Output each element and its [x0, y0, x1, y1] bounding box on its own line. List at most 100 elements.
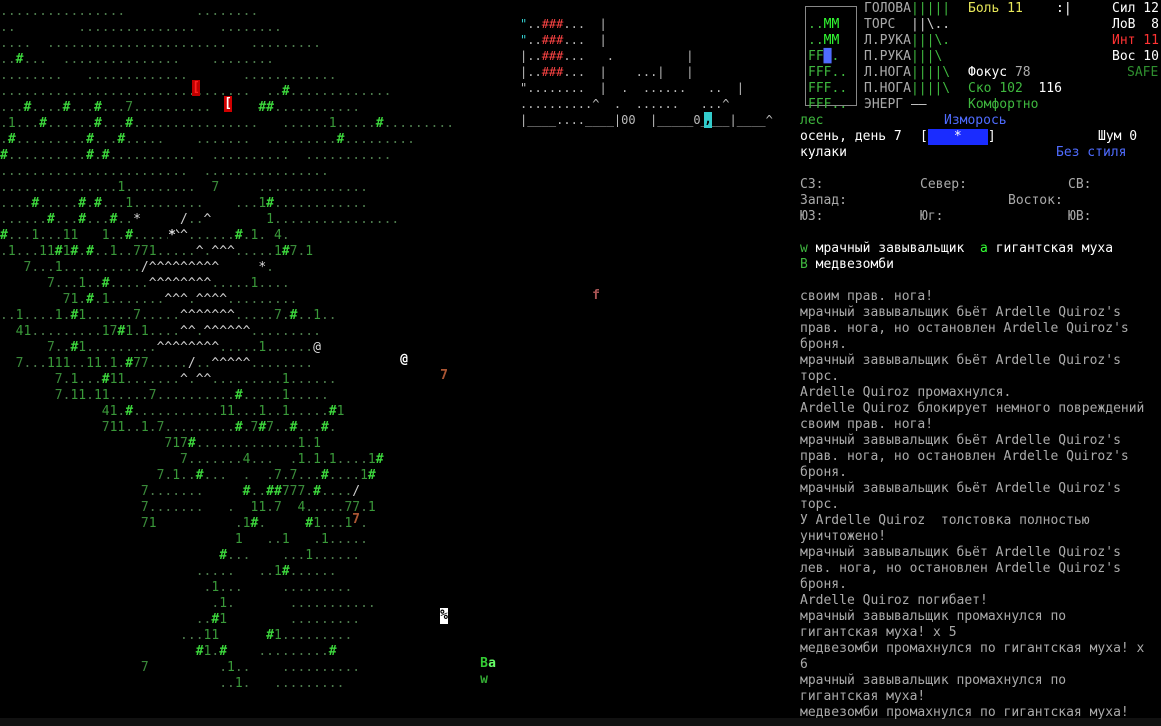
map-row: ...11 #1......... — [180, 628, 353, 643]
body-part-bar: ||\.. — [895, 17, 951, 32]
direction-ne: СВ: — [1068, 177, 1092, 192]
map-row: 717#.............1.1 — [164, 436, 321, 451]
direction-n: Север: — [920, 177, 967, 192]
direction-w: Запад: — [800, 193, 847, 208]
map-row: .1...11#1#.#..1..771.....^.^^^.....1#7.1 — [0, 244, 314, 259]
map-row: 7 .1.. .......... — [140, 660, 361, 675]
map-row: 7....... . 11.7 4.....77.1 — [140, 500, 376, 515]
log-line: медвезомби промахнулся по гигантская мух… — [800, 705, 1129, 720]
map-row: ................ ........ — [0, 4, 259, 19]
minimap-row: FF█. — [808, 49, 840, 64]
body-part-bar: ||||\ — [910, 65, 951, 80]
body-part-label: П.НОГА — [864, 81, 911, 96]
star-marker: * — [168, 228, 176, 244]
comfort-status: Комфортно — [968, 97, 1039, 112]
creature-list-row-2: B медвезомби — [800, 257, 894, 272]
creature-list-row-1: w мрачный завывальщик a гигантская муха — [800, 241, 1114, 256]
body-part-row: ЭНЕРГ —— — [864, 97, 927, 113]
body-part-bar: |||\. — [910, 33, 951, 48]
terrain-label: лес — [800, 113, 824, 128]
weather-label: Изморось — [944, 113, 1007, 128]
body-part-bar: —— — [903, 97, 927, 112]
log-line: своим прав. нога! — [800, 289, 934, 304]
overmap-preview: "..###... | "..###... | |..###... . | |.… — [520, 17, 773, 127]
red-bracket-marker-2: [ — [224, 96, 232, 112]
map-row: 41.........17#1.1....^^.^^^^^^......... — [15, 324, 321, 339]
map-row: 7...111..11.1.#77...../..^^^^^........ — [15, 356, 314, 371]
pain-face: :| — [1056, 1, 1072, 16]
log-line: броня. — [800, 577, 847, 592]
map-row: ........................ ...............… — [0, 164, 329, 179]
log-line: гигантская муха! — [800, 689, 926, 704]
noise-label: Шум 0 — [1098, 129, 1138, 144]
log-line: своим прав. нога! — [800, 417, 934, 432]
map-row: 7.1...#11.......^.^^.........1...... — [54, 372, 337, 387]
perception-stat: Вос 10 — [1112, 49, 1159, 64]
red-bracket-marker-1: [ — [192, 80, 200, 96]
direction-nw: СЗ: — [800, 177, 824, 192]
map-row: .1... ......... — [203, 580, 353, 595]
log-line: прав. нога, но остановлен Ardelle Quiroz… — [800, 449, 1129, 464]
log-line: мрачный завывальщик промахнулся по — [800, 673, 1067, 688]
map-row: ..#1 ......... — [195, 612, 361, 627]
map-row: ...#....#...#...7.......... ##..........… — [0, 100, 361, 115]
map-row: .#.........#...#..... ....... .........#… — [0, 132, 415, 147]
minimap-row: FFF.. — [808, 97, 848, 112]
map-row: ......#...#...#..* /..^ 1...............… — [0, 212, 400, 227]
log-line: гигантская муха! x 5 — [800, 625, 957, 640]
log-line: Ardelle Quiroz погибает! — [800, 593, 988, 608]
direction-e: Восток: — [1008, 193, 1063, 208]
body-part-label: ЭНЕРГ — [864, 97, 904, 112]
body-part-row: Л.НОГА||||\ — [864, 65, 950, 81]
brown-seven-marker-2: 7 — [352, 512, 360, 528]
weapon-label: кулаки — [800, 145, 847, 160]
body-part-bar: |||\ — [910, 49, 943, 64]
body-part-label: ТОРС — [864, 17, 896, 32]
direction-sw: ЮЗ: — [800, 209, 824, 224]
body-part-row: П.НОГА||||\ — [864, 81, 950, 97]
direction-s: Юг: — [920, 209, 944, 224]
log-line: лев. нога, но остановлен Ardelle Quiroz'… — [800, 561, 1121, 576]
log-line: мрачный завывальщик бьёт Ardelle Quiroz'… — [800, 305, 1121, 320]
corpse-marker: % — [440, 608, 448, 624]
map-row: ....#.....#.#...1......... ...1#........… — [0, 196, 368, 211]
log-line: Ardelle Quiroz промахнулся. — [800, 385, 1012, 400]
map-row: 7....... #..##777.#..../ — [140, 484, 361, 499]
giant-fly-marker: a — [488, 656, 496, 672]
log-line: медвезомби промахнулся по гигантская мух… — [800, 641, 1145, 656]
body-part-row: П.РУКА|||\ — [864, 49, 942, 65]
direction-se: ЮВ: — [1068, 209, 1092, 224]
body-part-label: ГОЛОВА — [864, 1, 911, 16]
log-line: броня. — [800, 465, 847, 480]
log-line: уничтожено! — [800, 529, 887, 544]
body-part-row: ГОЛОВА||||| — [864, 1, 950, 17]
log-line: прав. нога, но остановлен Ardelle Quiroz… — [800, 321, 1129, 336]
date-label: осень, день 7 — [800, 129, 902, 144]
body-part-label: Л.РУКА — [864, 33, 911, 48]
map-row: #...1...11 1..#.....^^......#.1. 4. — [0, 228, 290, 243]
map-row: ..1....1.#1......7.....^^^^^^^.....7.#..… — [0, 308, 337, 323]
log-line: У Ardelle Quiroz толстовка полностью — [800, 513, 1090, 528]
strength-stat: Сил 12 — [1112, 1, 1159, 16]
intelligence-stat: Инт 11 — [1112, 33, 1159, 48]
player-marker: @ — [400, 352, 408, 368]
log-line: мрачный завывальщик бьёт Ardelle Quiroz'… — [800, 353, 1121, 368]
map-row: 71 .1#. #1...1.. — [140, 516, 368, 531]
f-marker: f — [592, 288, 600, 304]
body-part-bar: ||||\ — [910, 81, 951, 96]
map-row: #1.# .........# — [195, 644, 337, 659]
map-row: ..#... ............... ........ — [0, 52, 274, 67]
log-line: мрачный завывальщик промахнулся по — [800, 609, 1067, 624]
dreary-howler-marker: w — [480, 672, 488, 688]
map-row: .1...#......#...#................ ......… — [0, 116, 455, 131]
map-row: .... ....................... ......... — [0, 36, 321, 51]
map-row: 7...1........../^^^^^^^^^ *. — [23, 260, 274, 275]
pain-stat: Боль 11 — [968, 1, 1023, 16]
dexterity-stat: ЛоВ 8 — [1112, 17, 1159, 32]
map-row: ..... ..1#...... — [195, 564, 337, 579]
log-line: торс. — [800, 369, 840, 384]
map-row: 7...1..#.....^^^^^^^^.....1.... — [46, 276, 290, 291]
log-line: Ardelle Quiroz блокирует немного поврежд… — [800, 401, 1145, 416]
minimap-row: ..MM — [808, 17, 840, 32]
body-part-label: П.РУКА — [864, 49, 911, 64]
